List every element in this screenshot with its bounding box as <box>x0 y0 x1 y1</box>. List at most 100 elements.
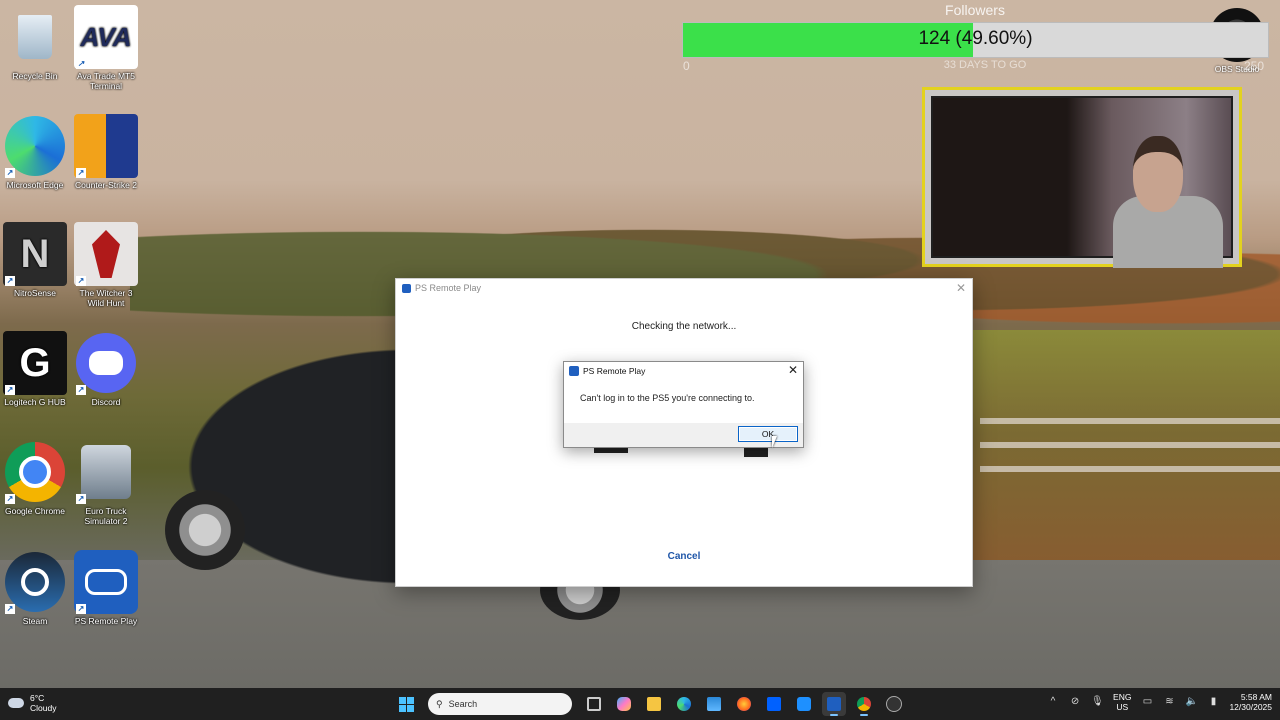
ps-remote-play-small-icon <box>569 365 579 376</box>
network-off-icon[interactable]: ⊘ <box>1069 696 1081 708</box>
follower-goal-bar: 124 (49.60%) <box>682 22 1269 58</box>
follower-goal-max: 250 <box>1244 59 1265 73</box>
language-code: ENG <box>1113 692 1132 702</box>
dialog-titlebar: PS Remote Play <box>564 362 803 379</box>
desktop-icon-label: Discord <box>91 397 121 407</box>
discord-icon: ↗ <box>74 331 138 395</box>
window-titlebar: PS Remote Play <box>396 279 972 297</box>
store-icon <box>707 697 721 711</box>
weather-description: Cloudy <box>30 703 57 713</box>
region-code: US <box>1116 702 1129 712</box>
desktop-icon-label: PS Remote Play <box>74 616 138 626</box>
dropbox-icon <box>767 697 781 711</box>
app-button[interactable] <box>792 692 816 716</box>
folder-icon <box>647 697 661 711</box>
desktop-icon-ava-trade[interactable]: AVA ↗ Ava Trade MT5 Terminal <box>71 5 141 91</box>
desktop-icon-label: Recycle Bin <box>12 71 58 81</box>
chrome-icon: ↗ <box>3 440 67 504</box>
cloud-icon <box>8 698 24 708</box>
desktop-icon-label: Google Chrome <box>4 506 65 516</box>
copilot-icon <box>617 697 631 711</box>
windows-logo-icon <box>398 696 414 712</box>
desktop-icon-google-chrome[interactable]: ↗ Google Chrome <box>0 440 70 516</box>
ps-remote-play-taskbar-button[interactable] <box>822 692 846 716</box>
desktop-icon-microsoft-edge[interactable]: ↗ Microsoft Edge <box>0 114 70 190</box>
taskbar-search[interactable]: ⚲ Search <box>428 693 572 715</box>
desktop-icon-nitrosense[interactable]: N ↗ NitroSense <box>0 222 70 298</box>
desktop-icon-ps-remote-play[interactable]: ↗ PS Remote Play <box>71 550 141 626</box>
store-button[interactable] <box>702 692 726 716</box>
task-view-icon <box>587 697 601 711</box>
copilot-button[interactable] <box>612 692 636 716</box>
follower-goal-value: 124 (49.60%) <box>918 28 1033 49</box>
dialog-footer: OK <box>564 423 803 447</box>
connection-status: Checking the network... <box>631 321 737 332</box>
chrome-taskbar-button[interactable] <box>852 692 876 716</box>
desktop-icon-label: Ava Trade MT5 Terminal <box>77 71 135 91</box>
desktop-icon-recycle-bin[interactable]: Recycle Bin <box>0 5 70 81</box>
clock-date: 12/30/2025 <box>1229 702 1272 712</box>
task-view-button[interactable] <box>582 692 606 716</box>
wifi-icon[interactable]: ≋ <box>1163 696 1175 708</box>
webcam-overlay <box>922 87 1242 268</box>
webcam-feed <box>931 96 1233 268</box>
dialog-message: Can't log in to the PS5 you're connectin… <box>580 393 755 403</box>
desktop-icon-logitech-g-hub[interactable]: G ↗ Logitech G HUB <box>0 331 70 407</box>
ava-trade-icon: AVA ↗ <box>74 5 138 69</box>
clock[interactable]: 5:58 AM 12/30/2025 <box>1229 692 1272 712</box>
edge-icon <box>677 697 691 711</box>
chrome-icon <box>857 697 871 711</box>
nitrosense-icon: N ↗ <box>3 222 67 286</box>
display-icon[interactable]: ▭ <box>1141 696 1153 708</box>
weather-widget[interactable]: 6°C Cloudy <box>8 693 56 713</box>
desktop-icon-label: Logitech G HUB <box>4 397 66 407</box>
firefox-button[interactable] <box>732 692 756 716</box>
window-title: PS Remote Play <box>415 283 482 293</box>
ps-remote-play-small-icon <box>402 283 411 293</box>
firefox-icon <box>737 697 751 711</box>
weather-temperature: 6°C <box>30 693 45 703</box>
start-button[interactable] <box>394 692 418 716</box>
language-indicator[interactable]: ENG US <box>1113 692 1131 712</box>
dropbox-button[interactable] <box>762 692 786 716</box>
edge-taskbar-button[interactable] <box>672 692 696 716</box>
ps-remote-play-icon <box>827 697 841 711</box>
witcher-icon: ↗ <box>74 222 138 286</box>
file-explorer-button[interactable] <box>642 692 666 716</box>
follower-goal-title: Followers <box>945 2 1005 18</box>
system-tray: ^ ⊘ 🎙 ENG US ▭ ≋ 🔈 ▮ 5:58 AM 12/30/2025 <box>1047 692 1272 712</box>
desktop-icon-euro-truck[interactable]: ↗ Euro Truck Simulator 2 <box>71 440 141 526</box>
taskbar: 6°C Cloudy ⚲ Search ^ ⊘ 🎙 ENG US ▭ ≋ 🔈 ▮… <box>0 688 1280 720</box>
steam-icon: ↗ <box>3 550 67 614</box>
desktop-icon-witcher-3[interactable]: ↗ The Witcher 3 Wild Hunt <box>71 222 141 308</box>
error-dialog: PS Remote Play ✕ Can't log in to the PS5… <box>563 361 804 448</box>
edge-icon: ↗ <box>3 114 67 178</box>
car-wheel-front <box>165 490 245 570</box>
obs-taskbar-button[interactable] <box>882 692 906 716</box>
chevron-up-icon[interactable]: ^ <box>1047 696 1059 708</box>
streamer-image <box>1113 136 1223 268</box>
follower-goal-subtitle: 33 DAYS TO GO <box>943 59 1027 71</box>
search-placeholder: Search <box>448 699 478 709</box>
obs-icon <box>886 696 902 712</box>
volume-icon[interactable]: 🔈 <box>1185 696 1197 708</box>
window-close-button[interactable]: ✕ <box>956 281 966 295</box>
app-icon <box>797 697 811 711</box>
ps-remote-play-icon: ↗ <box>74 550 138 614</box>
desktop-icon-label: Euro Truck Simulator 2 <box>84 506 128 526</box>
battery-icon[interactable]: ▮ <box>1207 696 1219 708</box>
desktop-icon-steam[interactable]: ↗ Steam <box>0 550 70 626</box>
clock-time: 5:58 AM <box>1240 692 1272 702</box>
logitech-g-icon: G ↗ <box>3 331 67 395</box>
desktop-icon-counter-strike[interactable]: ↗ Counter-Strike 2 <box>71 114 141 190</box>
background-fence <box>980 400 1280 490</box>
recycle-bin-icon <box>3 5 67 69</box>
cancel-button[interactable]: Cancel <box>396 551 972 562</box>
desktop-icon-label: Microsoft Edge <box>6 180 64 190</box>
desktop-icon-discord[interactable]: ↗ Discord <box>71 331 141 407</box>
desktop-icon-label: NitroSense <box>13 288 57 298</box>
microphone-icon[interactable]: 🎙 <box>1091 696 1104 708</box>
follower-goal-min: 0 <box>683 59 690 73</box>
ok-button[interactable]: OK <box>738 426 798 442</box>
dialog-close-button[interactable]: ✕ <box>788 363 798 377</box>
